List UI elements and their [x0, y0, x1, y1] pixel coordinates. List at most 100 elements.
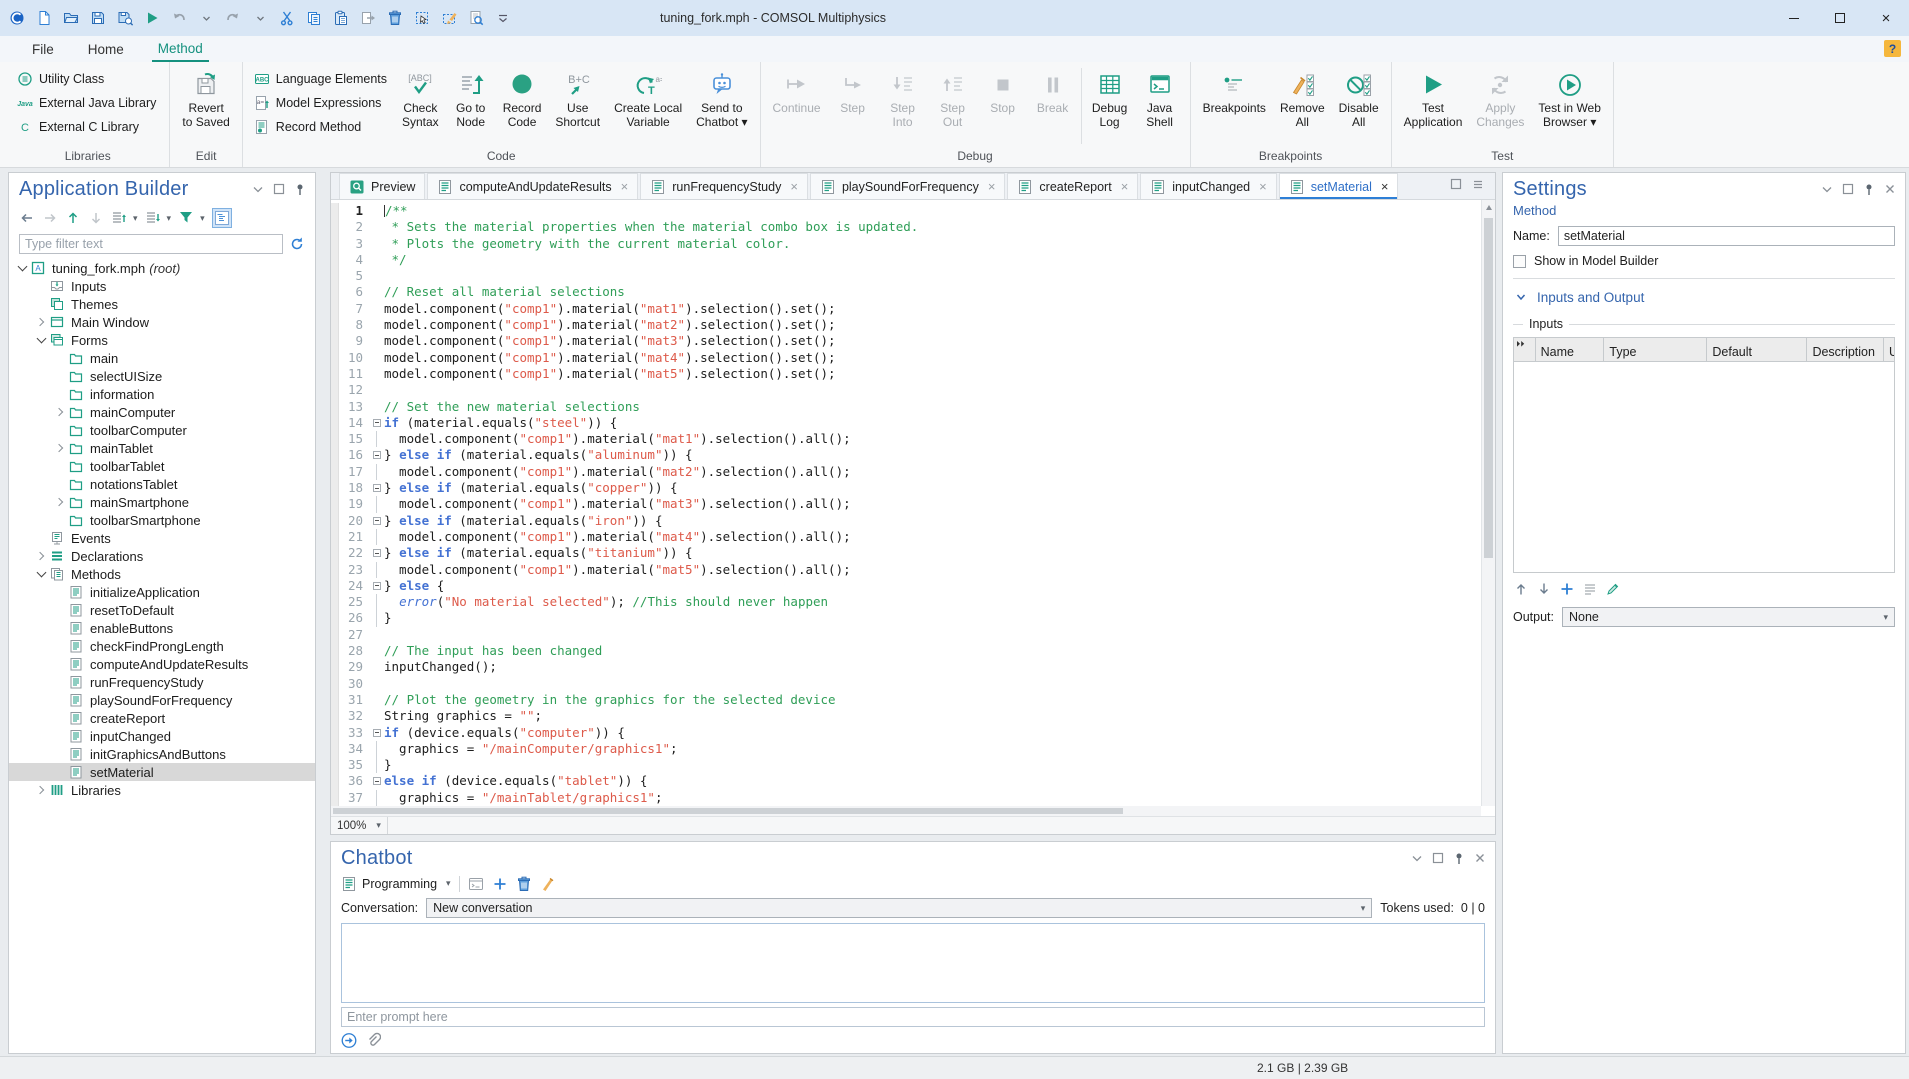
maximize-button[interactable]	[1817, 0, 1863, 36]
breakpoint-margin[interactable]	[331, 350, 339, 366]
remove-all-button[interactable]: Remove All	[1273, 64, 1332, 129]
breakpoint-margin[interactable]	[331, 790, 339, 806]
fold-collapse-icon[interactable]	[373, 549, 381, 557]
fold-collapse-icon[interactable]	[373, 517, 381, 525]
breakpoint-margin[interactable]	[331, 676, 339, 692]
prompt-input[interactable]	[341, 1007, 1485, 1027]
breakpoint-margin[interactable]	[331, 594, 339, 610]
duplicate-icon[interactable]	[359, 9, 377, 27]
breakpoint-margin[interactable]	[331, 219, 339, 235]
close-tab-icon[interactable]: ×	[790, 179, 798, 194]
table-body[interactable]	[1514, 362, 1894, 572]
fold-collapse-icon[interactable]	[373, 777, 381, 785]
breakpoint-margin[interactable]	[331, 545, 339, 561]
tree-item-createreport[interactable]: createReport	[9, 709, 315, 727]
attach-icon[interactable]	[365, 1032, 381, 1048]
tree-item-setmaterial[interactable]: setMaterial	[9, 763, 315, 781]
external-java-library-button[interactable]: JavaExternal Java Library	[13, 93, 160, 112]
breakpoint-margin[interactable]	[331, 431, 339, 447]
breakpoint-margin[interactable]	[331, 252, 339, 268]
test-in-web-browser-button[interactable]: Test in Web Browser ▾	[1531, 64, 1607, 129]
close-tab-icon[interactable]: ×	[1259, 179, 1267, 194]
zoom-control[interactable]: 100%▾	[331, 817, 388, 834]
java-shell-button[interactable]: Java Shell	[1135, 64, 1185, 129]
chevron-closed-icon[interactable]	[53, 495, 67, 509]
close-tab-icon[interactable]: ×	[621, 179, 629, 194]
breakpoint-margin[interactable]	[331, 333, 339, 349]
breakpoint-margin[interactable]	[331, 513, 339, 529]
column-header-un[interactable]: Un	[1884, 338, 1894, 361]
float-icon[interactable]	[1431, 851, 1445, 865]
tree-item-tuning-fork-mph[interactable]: Atuning_fork.mph(root)	[9, 259, 315, 277]
close-icon[interactable]	[1883, 182, 1897, 196]
breakpoint-margin[interactable]	[331, 284, 339, 300]
output-select[interactable]: None ▾	[1562, 607, 1895, 627]
create-local-variable-button[interactable]: a=TCreate Local Variable	[607, 64, 689, 129]
breakpoint-margin[interactable]	[331, 627, 339, 643]
continue-button[interactable]: Continue	[766, 64, 828, 116]
tree-item-computeandupdateresults[interactable]: computeAndUpdateResults	[9, 655, 315, 673]
delete-conversation-icon[interactable]	[516, 876, 532, 892]
tree-item-mainsmartphone[interactable]: mainSmartphone	[9, 493, 315, 511]
tree-item-toolbarcomputer[interactable]: toolbarComputer	[9, 421, 315, 439]
breakpoint-margin[interactable]	[331, 741, 339, 757]
inputs-and-output-section[interactable]: Inputs and Output	[1513, 289, 1895, 305]
tree-item-inputs[interactable]: Inputs	[9, 277, 315, 295]
tree-item-playsoundforfrequency[interactable]: playSoundForFrequency	[9, 691, 315, 709]
save-as-icon[interactable]	[116, 9, 134, 27]
tree-item-initializeapplication[interactable]: initializeApplication	[9, 583, 315, 601]
breakpoint-margin[interactable]	[331, 382, 339, 398]
tree-item-libraries[interactable]: Libraries	[9, 781, 315, 799]
disable-all-button[interactable]: Disable All	[1332, 64, 1386, 129]
tree-item-maintablet[interactable]: mainTablet	[9, 439, 315, 457]
record-method-button[interactable]: Record Method	[250, 117, 391, 136]
move-down-icon[interactable]	[1536, 581, 1552, 597]
step-out-button[interactable]: Step Out	[928, 64, 978, 129]
run-icon[interactable]	[143, 9, 161, 27]
collapse-levels-icon[interactable]: ▾	[145, 210, 172, 226]
breakpoint-margin[interactable]	[331, 268, 339, 284]
filter-icon[interactable]: ▾	[178, 210, 205, 226]
apply-changes-button[interactable]: Apply Changes	[1469, 64, 1531, 129]
float-icon[interactable]	[272, 182, 286, 196]
tree-item-toolbarsmartphone[interactable]: toolbarSmartphone	[9, 511, 315, 529]
filter-input[interactable]	[19, 234, 283, 254]
pin-icon[interactable]	[1452, 851, 1466, 865]
tree-item-main[interactable]: main	[9, 349, 315, 367]
editor-tab-runfrequencystudy[interactable]: runFrequencyStudy×	[640, 173, 808, 199]
refresh-icon[interactable]	[289, 236, 305, 252]
editor-tab-createreport[interactable]: createReport×	[1007, 173, 1138, 199]
breakpoint-margin[interactable]	[331, 366, 339, 382]
float-icon[interactable]	[1841, 182, 1855, 196]
load-icon[interactable]	[1582, 581, 1598, 597]
editor-tab-inputchanged[interactable]: inputChanged×	[1140, 173, 1276, 199]
tree-item-methods[interactable]: Methods	[9, 565, 315, 583]
tree-item-initgraphicsandbuttons[interactable]: initGraphicsAndButtons	[9, 745, 315, 763]
break-button[interactable]: Break	[1028, 64, 1078, 116]
terminal-icon[interactable]	[468, 876, 484, 892]
breakpoint-margin[interactable]	[331, 447, 339, 463]
expand-levels-icon[interactable]: ▾	[111, 210, 138, 226]
model-builder-toggle-icon[interactable]	[212, 208, 232, 228]
horizontal-scrollbar[interactable]	[331, 806, 1481, 816]
breakpoint-margin[interactable]	[331, 757, 339, 773]
edit-icon[interactable]	[1605, 581, 1621, 597]
arrow-left-icon[interactable]	[19, 210, 35, 226]
tree-item-checkfindpronglength[interactable]: checkFindProngLength	[9, 637, 315, 655]
tree-item-information[interactable]: information	[9, 385, 315, 403]
float-icon[interactable]	[1449, 177, 1463, 191]
move-up-icon[interactable]	[1513, 581, 1529, 597]
record-code-button[interactable]: Record Code	[496, 64, 549, 129]
copy-icon[interactable]	[305, 9, 323, 27]
revert-to-saved-button[interactable]: Revert to Saved	[175, 64, 236, 129]
close-tab-icon[interactable]: ×	[1381, 179, 1389, 194]
pin-icon[interactable]	[1862, 182, 1876, 196]
collapse-icon[interactable]	[1820, 182, 1834, 196]
tree-item-themes[interactable]: Themes	[9, 295, 315, 313]
breakpoint-margin[interactable]	[331, 415, 339, 431]
tree-item-forms[interactable]: Forms	[9, 331, 315, 349]
pin-icon[interactable]	[293, 182, 307, 196]
breakpoint-margin[interactable]	[331, 773, 339, 789]
tree-item-inputchanged[interactable]: inputChanged	[9, 727, 315, 745]
close-tab-icon[interactable]: ×	[1121, 179, 1129, 194]
